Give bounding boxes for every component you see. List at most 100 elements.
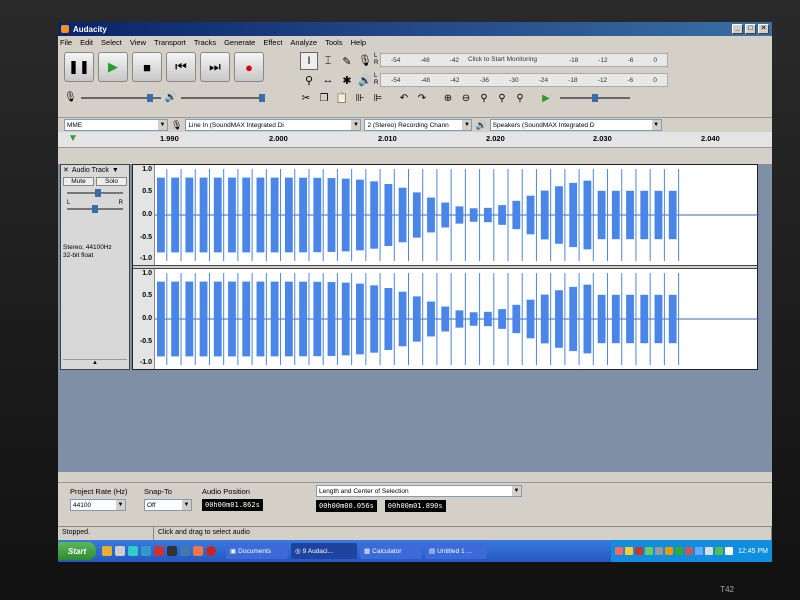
record-button[interactable]: ● (234, 52, 264, 82)
playback-meter-scale[interactable]: -54 -48 -42 -36 -30 -24 -18 -12 -6 0 (380, 73, 668, 87)
redo-button[interactable]: ↷ (414, 90, 430, 106)
copy-button[interactable]: ❐ (316, 90, 332, 106)
acrobat-icon[interactable] (154, 546, 164, 556)
output-volume-slider[interactable] (181, 93, 266, 102)
zoom-out-button[interactable]: ⊖ (458, 90, 474, 106)
draw-tool[interactable]: ✎ (338, 52, 356, 70)
audio-position-field[interactable]: 00h00m01.862s (202, 499, 263, 511)
menu-generate[interactable]: Generate (224, 38, 255, 47)
record-meter-scale[interactable]: -54 -48 -42 -18 -12 -6 0 Click to Start … (380, 53, 668, 67)
tray-icon[interactable] (625, 547, 634, 555)
playback-meter[interactable]: 🔊 LR -54 -48 -42 -36 -30 -24 -18 -12 -6 … (358, 71, 668, 89)
notepad-icon[interactable] (115, 546, 125, 556)
playhead-triangle-icon[interactable]: ▼ (68, 133, 78, 144)
menu-view[interactable]: View (130, 38, 146, 47)
chrome-icon[interactable] (102, 546, 112, 556)
zoom-toggle-button[interactable]: ⚲ (512, 90, 528, 106)
menu-select[interactable]: Select (101, 38, 122, 47)
tray-icon[interactable] (655, 547, 664, 555)
input-volume-slider[interactable] (80, 93, 161, 102)
close-button[interactable]: ✕ (758, 24, 769, 34)
tray-icon[interactable] (685, 547, 694, 555)
firefox-icon[interactable] (193, 546, 203, 556)
task-audacity[interactable]: ◎ 9 Audaci... (291, 543, 357, 559)
snap-to-select[interactable]: Off ▼ (144, 499, 192, 511)
menu-help[interactable]: Help (351, 38, 366, 47)
zoom-tool[interactable]: ⚲ (300, 71, 318, 89)
multi-tool[interactable]: ✱ (338, 71, 356, 89)
selection-length-field[interactable]: 00h00m00.056s (316, 500, 377, 512)
slider-knob[interactable] (259, 93, 266, 102)
project-rate-select[interactable]: 44100 ▼ (70, 499, 126, 511)
tray-icon[interactable] (715, 547, 724, 555)
channels-select[interactable]: 2 (Stereo) Recording Chann ▼ (364, 119, 473, 131)
arduino-icon[interactable] (141, 546, 151, 556)
pause-button[interactable]: ❚❚ (64, 52, 94, 82)
app-icon[interactable] (180, 546, 190, 556)
selection-mode-select[interactable]: Length and Center of Selection ▼ (316, 485, 522, 497)
close-track-icon[interactable]: ✕ (63, 166, 69, 174)
silence-button[interactable]: ⊫ (370, 90, 386, 106)
tray-icon[interactable] (675, 547, 684, 555)
tray-icon[interactable] (665, 547, 674, 555)
menu-tools[interactable]: Tools (325, 38, 343, 47)
tray-icon[interactable] (695, 547, 704, 555)
volume-icon[interactable] (725, 547, 734, 555)
waveform-area[interactable]: 1.0 0.5 0.0 -0.5 -1.0 1.0 0.5 0.0 -0.5 -… (132, 164, 759, 370)
record-meter[interactable]: 🎙 LR -54 -48 -42 -18 -12 -6 0 Click to S… (358, 51, 668, 69)
collapse-track-button[interactable]: ▲ (63, 359, 127, 367)
play-button[interactable]: ▶ (98, 52, 128, 82)
solo-button[interactable]: Solo (96, 177, 127, 186)
tray-icon[interactable] (635, 547, 644, 555)
track-name-button[interactable]: Audio Track (72, 167, 109, 174)
output-device-select[interactable]: Speakers (SoundMAX Integrated D ▼ (489, 119, 662, 131)
slider-knob[interactable] (92, 205, 98, 213)
input-device-select[interactable]: Line In (SoundMAX Integrated Di ▼ (185, 119, 362, 131)
tray-icon[interactable] (705, 547, 714, 555)
mute-button[interactable]: Mute (63, 177, 94, 186)
timeline-ruler[interactable]: ▼ 1.990 2.000 2.010 2.020 2.030 2.040 (58, 132, 772, 148)
clock[interactable]: 12:45 PM (738, 548, 768, 555)
opera-icon[interactable] (206, 546, 216, 556)
waveform-right[interactable] (155, 269, 759, 369)
undo-button[interactable]: ↶ (396, 90, 412, 106)
task-documents[interactable]: ▣ Documents (226, 543, 288, 559)
zoom-in-button[interactable]: ⊕ (440, 90, 456, 106)
channel-left[interactable]: 1.0 0.5 0.0 -0.5 -1.0 (133, 165, 759, 265)
terminal-icon[interactable] (167, 546, 177, 556)
tray-icon[interactable] (615, 547, 624, 555)
maximize-button[interactable]: □ (745, 24, 756, 34)
play-speed-slider[interactable] (560, 94, 630, 102)
task-calculator[interactable]: ▦ Calculator (360, 543, 422, 559)
start-button[interactable]: Start (58, 542, 96, 560)
start-monitoring-label[interactable]: Click to Start Monitoring (466, 56, 539, 63)
menu-edit[interactable]: Edit (80, 38, 93, 47)
selection-center-field[interactable]: 00h00m01.890s (384, 500, 446, 512)
skip-start-button[interactable]: ⏮ (166, 52, 196, 82)
fit-project-button[interactable]: ⚲ (494, 90, 510, 106)
envelope-tool[interactable]: ⌶ (319, 52, 337, 70)
minimize-button[interactable]: _ (732, 24, 743, 34)
channel-right[interactable]: 1.0 0.5 0.0 -0.5 -1.0 (133, 269, 759, 369)
chevron-down-icon[interactable]: ▼ (112, 167, 119, 174)
trim-button[interactable]: ⊪ (352, 90, 368, 106)
waveform-left[interactable] (155, 165, 759, 265)
cut-button[interactable]: ✂ (298, 90, 314, 106)
host-select[interactable]: MME ▼ (64, 119, 168, 131)
tray-icon[interactable] (645, 547, 654, 555)
fit-selection-button[interactable]: ⚲ (476, 90, 492, 106)
paste-button[interactable]: 📋 (334, 90, 350, 106)
stop-button[interactable]: ■ (132, 52, 162, 82)
skip-end-button[interactable]: ⏭ (200, 52, 230, 82)
slider-knob[interactable] (592, 94, 598, 102)
menu-file[interactable]: File (60, 38, 72, 47)
slider-knob[interactable] (146, 93, 153, 102)
menu-effect[interactable]: Effect (263, 38, 282, 47)
globe-icon[interactable] (128, 546, 138, 556)
menu-transport[interactable]: Transport (154, 38, 186, 47)
selection-tool[interactable]: I (300, 52, 318, 70)
task-untitled[interactable]: ▤ Untitled 1 ... (425, 543, 487, 559)
slider-knob[interactable] (95, 189, 101, 197)
pan-slider[interactable] (67, 205, 123, 213)
menu-analyze[interactable]: Analyze (290, 38, 317, 47)
